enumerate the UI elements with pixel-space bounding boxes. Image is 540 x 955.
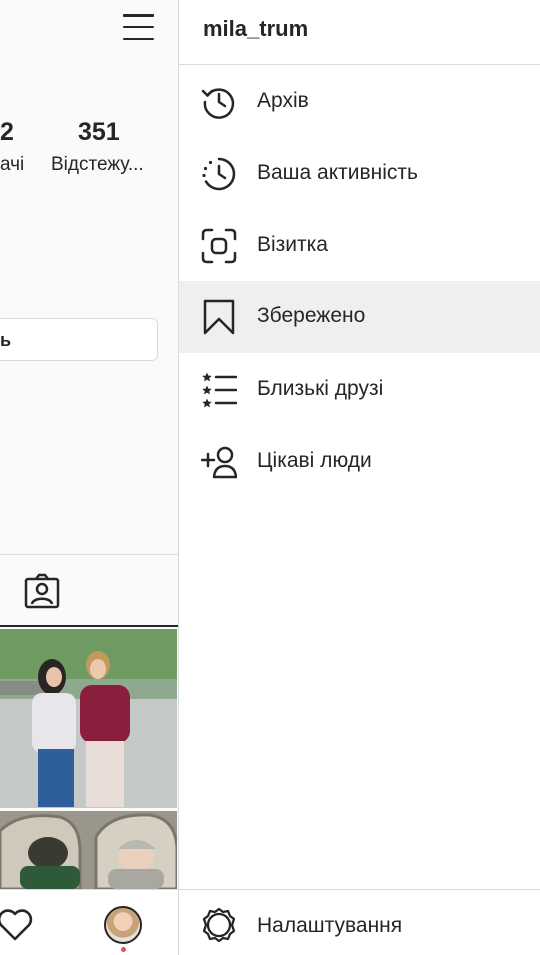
menu-item-label: Візитка xyxy=(257,233,328,256)
following-label[interactable]: Відстежу... xyxy=(51,154,144,176)
menu-icon[interactable] xyxy=(123,14,154,40)
post-thumbnail[interactable] xyxy=(0,629,177,808)
close-friends-icon xyxy=(201,372,237,408)
menu-item-label: Близькі друзі xyxy=(257,377,384,400)
archive-icon xyxy=(201,84,237,120)
edit-profile-button-label: ь xyxy=(0,330,12,350)
menu-item-your-activity[interactable]: Ваша активність xyxy=(179,138,540,210)
followers-count[interactable]: 2 xyxy=(0,118,14,147)
divider xyxy=(0,554,178,555)
menu-item-label: Збережено xyxy=(257,304,366,327)
divider xyxy=(179,64,540,65)
following-count[interactable]: 351 xyxy=(78,118,120,147)
menu-item-archive[interactable]: Архів xyxy=(179,66,540,138)
post-thumbnail[interactable] xyxy=(0,811,177,889)
tagged-photos-icon[interactable] xyxy=(24,573,60,609)
nametag-icon xyxy=(201,228,237,264)
menu-item-saved[interactable]: Збережено xyxy=(179,281,540,353)
menu-item-close-friends[interactable]: Близькі друзі xyxy=(179,354,540,426)
drawer-username: mila_trum xyxy=(203,16,309,41)
followers-label[interactable]: ачі xyxy=(0,154,24,176)
avatar[interactable] xyxy=(104,906,142,944)
menu-item-nametag[interactable]: Візитка xyxy=(179,210,540,282)
settings-label: Налаштування xyxy=(257,914,403,937)
settings-icon xyxy=(201,907,237,943)
menu-item-label: Цікаві люди xyxy=(257,449,372,472)
active-tab-indicator xyxy=(0,625,178,627)
menu-item-label: Ваша активність xyxy=(257,161,418,184)
activity-icon xyxy=(201,156,237,192)
settings-button[interactable]: Налаштування xyxy=(179,890,540,955)
notification-dot xyxy=(121,947,126,952)
menu-item-label: Архів xyxy=(257,89,309,112)
side-drawer: mila_trum Архів Ваша активність Візитка … xyxy=(178,0,540,955)
discover-people-icon xyxy=(201,444,237,480)
edit-profile-button[interactable] xyxy=(0,318,158,361)
bookmark-icon xyxy=(201,299,237,335)
profile-panel: 2 ачі 351 Відстежу... ь xyxy=(0,0,178,955)
heart-icon[interactable] xyxy=(0,908,34,942)
menu-item-discover-people[interactable]: Цікаві люди xyxy=(179,426,540,498)
